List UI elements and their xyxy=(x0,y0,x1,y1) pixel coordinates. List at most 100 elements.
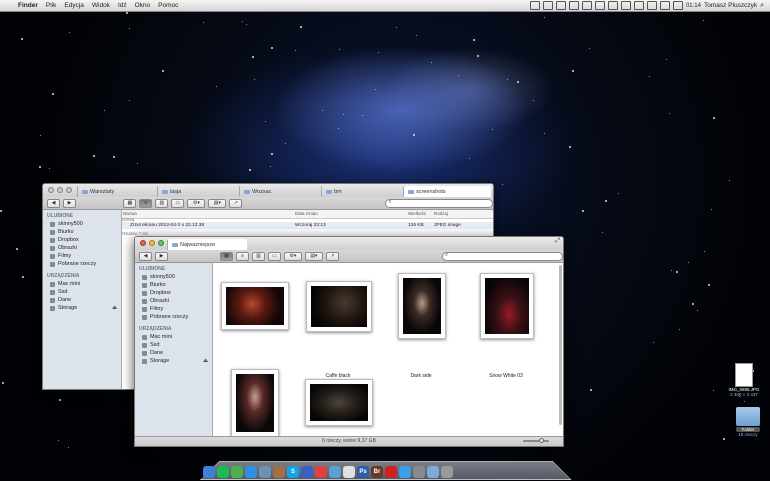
minimize-button[interactable] xyxy=(57,187,63,193)
list-view-button[interactable]: ≡ xyxy=(139,198,153,208)
arrange-menu-icon[interactable]: ▤▾ xyxy=(208,198,227,208)
zoom-button[interactable] xyxy=(66,187,72,193)
wifi-icon[interactable] xyxy=(672,1,683,10)
chrome-icon[interactable] xyxy=(231,466,243,478)
sidebar-item-movies[interactable]: Filmy xyxy=(43,252,121,260)
back-arrow-icon[interactable]: ◀ xyxy=(139,251,152,261)
minimize-button[interactable] xyxy=(149,240,155,246)
tray-icon-8[interactable] xyxy=(620,1,631,10)
spotlight-icon[interactable]: ⌕ xyxy=(760,2,764,10)
tab-najwazniejsze[interactable]: Najważniejsze xyxy=(167,239,247,250)
skype-icon[interactable]: S xyxy=(287,466,299,478)
forward-arrow-icon[interactable]: ▶ xyxy=(63,198,76,208)
sidebar-item-movies[interactable]: Filmy xyxy=(135,305,212,313)
menu-edit[interactable]: Edycja xyxy=(60,2,88,9)
calendar-icon[interactable] xyxy=(315,466,327,478)
menu-help[interactable]: Pomoc xyxy=(154,2,182,9)
item-caption[interactable]: Snow White 03 xyxy=(471,373,541,379)
col-size[interactable]: Wielkość xyxy=(408,211,426,216)
sidebar-item-mac-mini[interactable]: Mac mini xyxy=(43,280,121,288)
sidebar-item-dropbox[interactable]: Dropbox xyxy=(43,236,121,244)
column-view-button[interactable]: ▥ xyxy=(155,198,169,208)
photo-thumbnail[interactable] xyxy=(480,273,534,339)
search-input[interactable] xyxy=(441,251,563,261)
action-gear-icon[interactable]: ⚙▾ xyxy=(283,251,302,261)
sidebar-item-skinny500[interactable]: skinny500 xyxy=(43,220,121,228)
bluetooth-icon[interactable] xyxy=(659,1,670,10)
list-row[interactable]: Zrzut ekranu 2013-04-3 o 22.13.38 Wczora… xyxy=(122,222,493,229)
photo-thumbnail[interactable] xyxy=(305,379,373,426)
sidebar-item-pictures[interactable]: Obrazki xyxy=(43,244,121,252)
photo-thumbnail[interactable] xyxy=(221,282,289,330)
tray-icon-7[interactable] xyxy=(607,1,618,10)
list-view-button[interactable]: ≡ xyxy=(235,251,249,261)
sidebar-item-dane[interactable]: Dane xyxy=(135,349,212,357)
photo-thumbnail[interactable] xyxy=(231,369,279,437)
coverflow-view-button[interactable]: ▭ xyxy=(267,251,281,261)
slider-knob[interactable] xyxy=(539,438,544,443)
finder-icon[interactable] xyxy=(203,466,215,478)
tab-bm[interactable]: bm xyxy=(321,186,403,197)
preview-icon[interactable] xyxy=(329,466,341,478)
item-caption[interactable]: Dark side xyxy=(386,373,456,379)
finder-window-front[interactable]: Najważniejsze ⤢ ◀ ▶ ▦ ≡ ▥ ▭ ⚙▾ ▤▾ ↗ ULUB… xyxy=(134,236,564,447)
sidebar-item-ssd[interactable]: Ssd xyxy=(43,288,121,296)
photo-thumbnail[interactable] xyxy=(398,273,446,339)
menu-window[interactable]: Okno xyxy=(131,2,155,9)
sidebar-item-downloads[interactable]: Pobrane rzeczy xyxy=(43,260,121,268)
share-icon[interactable]: ↗ xyxy=(325,251,339,261)
clock[interactable]: 01:14 xyxy=(686,3,701,9)
system-prefs-icon[interactable] xyxy=(413,466,425,478)
scrollbar[interactable] xyxy=(559,265,562,425)
mail-icon[interactable] xyxy=(259,466,271,478)
sidebar-item-storage[interactable]: Storage ⏏ xyxy=(135,357,212,365)
action-gear-icon[interactable]: ⚙▾ xyxy=(187,198,206,208)
sidebar-item-storage[interactable]: Storage ⏏ xyxy=(43,304,121,312)
tab-screenshots[interactable]: screenshots xyxy=(403,186,491,197)
icon-view-button[interactable]: ▦ xyxy=(219,251,233,261)
contacts-icon[interactable] xyxy=(273,466,285,478)
col-date[interactable]: Data zmian xyxy=(295,211,318,216)
search-input[interactable] xyxy=(385,198,493,208)
menu-view[interactable]: Widok xyxy=(88,2,114,9)
sidebar-item-dane[interactable]: Dane xyxy=(43,296,121,304)
photoshop-icon[interactable]: Ps xyxy=(357,466,369,478)
sidebar-item-pictures[interactable]: Obrazki xyxy=(135,297,212,305)
icon-size-slider[interactable] xyxy=(523,438,549,443)
menu-file[interactable]: Plik xyxy=(42,2,60,9)
tray-icon-4[interactable] xyxy=(568,1,579,10)
share-icon[interactable]: ↗ xyxy=(229,198,243,208)
icon-view-button[interactable]: ▦ xyxy=(123,198,137,208)
sidebar-item-ssd[interactable]: Ssd xyxy=(135,341,212,349)
desktop-file-icon[interactable]: IMG_0695.JPG 2 480 × 3 437 xyxy=(724,363,764,397)
spotify-icon[interactable] xyxy=(217,466,229,478)
tab-wozsac[interactable]: Wozsac xyxy=(239,186,321,197)
folder-icon[interactable] xyxy=(427,466,439,478)
sidebar-item-mac-mini[interactable]: Mac mini xyxy=(135,333,212,341)
bridge-icon[interactable]: Br xyxy=(371,466,383,478)
itunes-icon[interactable] xyxy=(301,466,313,478)
tray-icon-6[interactable] xyxy=(594,1,605,10)
column-view-button[interactable]: ▥ xyxy=(251,251,265,261)
menu-finder[interactable]: Finder xyxy=(14,2,42,9)
app-store-icon[interactable] xyxy=(399,466,411,478)
tray-icon-3[interactable] xyxy=(555,1,566,10)
sidebar-item-desktop[interactable]: Biurko xyxy=(43,228,121,236)
textedit-icon[interactable] xyxy=(343,466,355,478)
desktop-folder-icon[interactable]: Folder 15 rzeczy xyxy=(728,407,768,437)
sidebar-item-desktop[interactable]: Biurko xyxy=(135,281,212,289)
eject-icon[interactable]: ⏏ xyxy=(203,358,208,364)
trash-icon[interactable] xyxy=(441,466,453,478)
fullscreen-icon[interactable]: ⤢ xyxy=(555,238,560,245)
back-arrow-icon[interactable]: ◀ xyxy=(47,198,60,208)
tab-lasja[interactable]: lasja xyxy=(157,186,239,197)
arrange-menu-icon[interactable]: ▤▾ xyxy=(304,251,323,261)
close-button[interactable] xyxy=(140,240,146,246)
col-name[interactable]: Nazwa xyxy=(123,211,137,216)
sidebar-item-skinny500[interactable]: skinny500 xyxy=(135,273,212,281)
user-name[interactable]: Tomasz Pluszczyk xyxy=(704,2,757,9)
tab-warsztaty[interactable]: Warsztaty xyxy=(77,186,157,197)
close-button[interactable] xyxy=(48,187,54,193)
zoom-button[interactable] xyxy=(158,240,164,246)
eject-icon[interactable]: ⏏ xyxy=(112,305,117,311)
